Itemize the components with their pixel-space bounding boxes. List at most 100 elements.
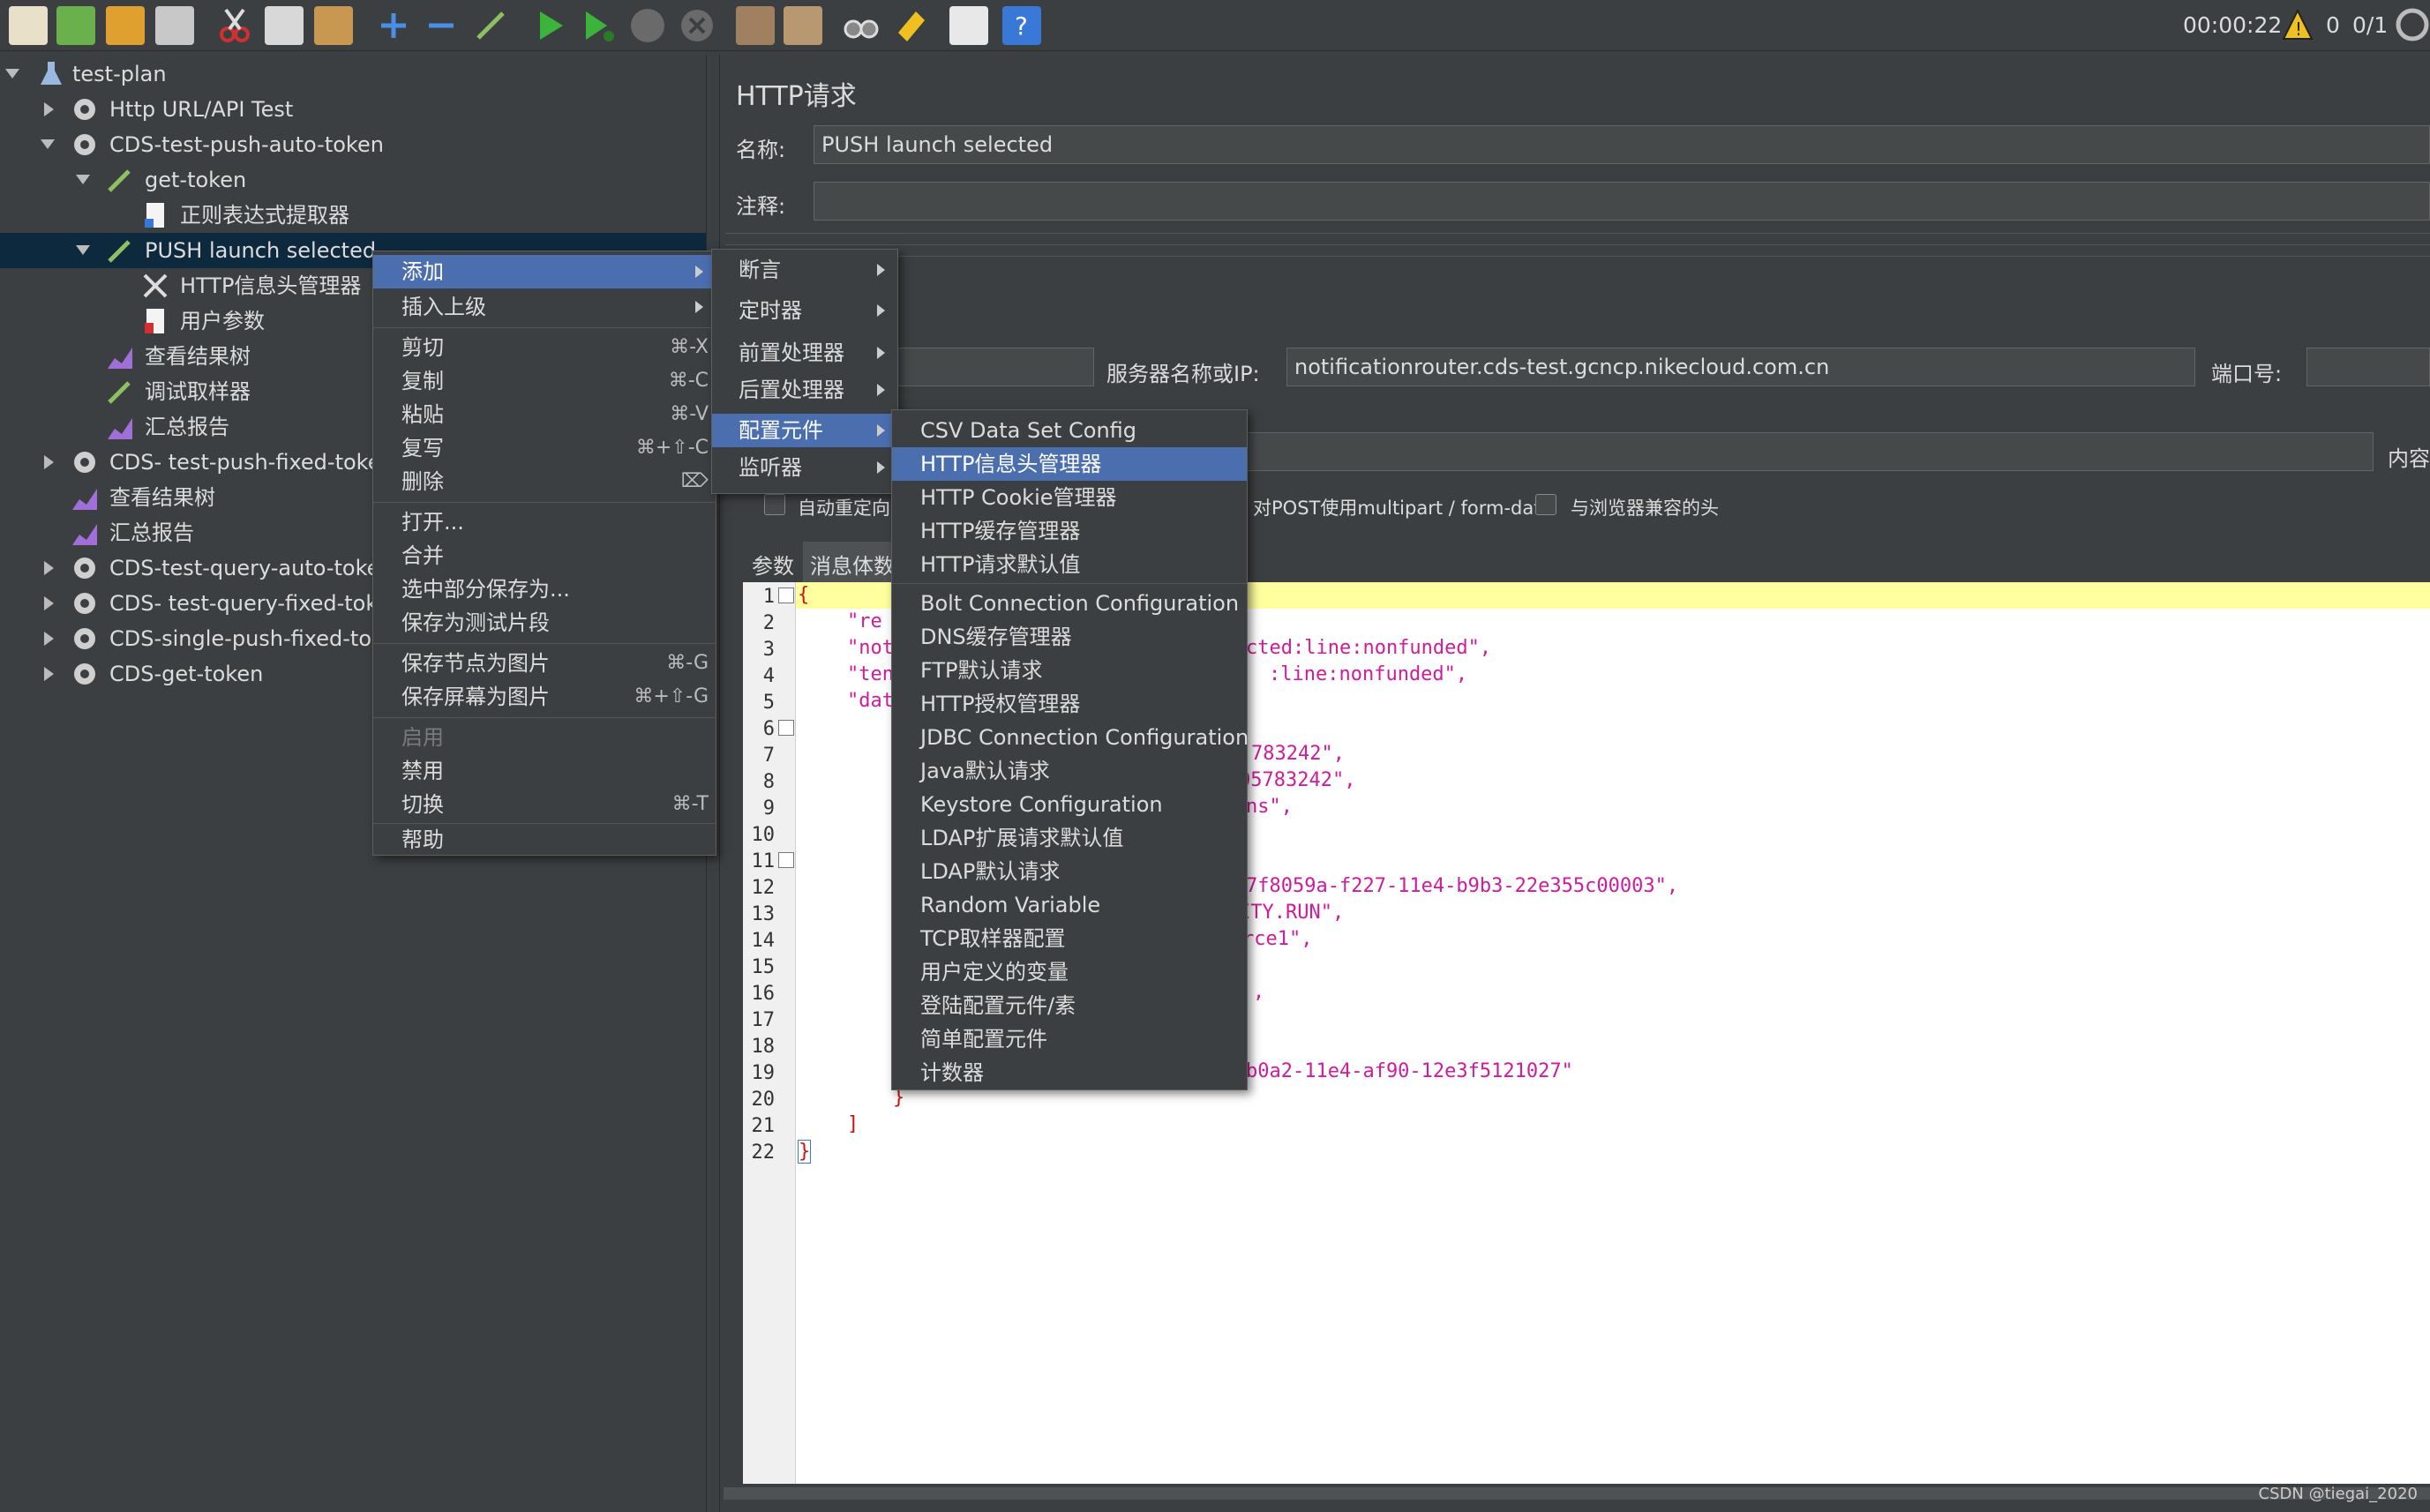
menu-item-duplicate[interactable]: 复写 ⌘+⇧-C [373, 431, 716, 465]
menu-item-remove[interactable]: 删除 ⌦ [373, 465, 716, 498]
start-no-pause-icon[interactable] [579, 6, 618, 45]
start-icon[interactable] [531, 6, 570, 45]
expand-arrow-icon[interactable] [44, 632, 54, 646]
collapse-arrow-icon[interactable] [41, 139, 55, 149]
horizontal-scrollbar[interactable] [724, 1487, 2430, 1500]
menu-item-open[interactable]: 打开... [373, 505, 716, 539]
clear-all-icon[interactable] [784, 6, 822, 45]
menu-item-help[interactable]: 帮助 [373, 823, 716, 857]
menu-item-add[interactable]: 添加 [373, 255, 716, 288]
menu-item-config-element[interactable]: 配置元件 [712, 414, 897, 447]
menu-item-ftp-defaults[interactable]: FTP默认请求 [892, 654, 1247, 687]
menu-item-csv-data-set[interactable]: CSV Data Set Config [892, 414, 1247, 447]
tree-node-extractor[interactable]: 正则表达式提取器 [0, 198, 706, 233]
port-field[interactable] [2306, 348, 2430, 386]
function-helper-icon[interactable] [949, 6, 988, 45]
menu-item-save-selection[interactable]: 选中部分保存为... [373, 573, 716, 606]
paste-icon[interactable] [314, 6, 353, 45]
menu-item-cookie-manager[interactable]: HTTP Cookie管理器 [892, 481, 1247, 514]
expand-arrow-icon[interactable] [44, 596, 54, 610]
gear-icon [71, 448, 99, 476]
help-icon[interactable]: ? [1002, 6, 1041, 45]
menu-item-insert-parent[interactable]: 插入上级 [373, 290, 716, 324]
menu-item-save-fragment[interactable]: 保存为测试片段 [373, 606, 716, 640]
tree-node-test-plan[interactable]: test-plan [0, 56, 706, 92]
menu-item-dns-cache[interactable]: DNS缓存管理器 [892, 620, 1247, 654]
collapse-icon[interactable] [422, 6, 461, 45]
menu-item-jdbc-connection[interactable]: JDBC Connection Configuration [892, 721, 1249, 754]
browser-headers-checkbox[interactable] [1535, 494, 1556, 515]
open-icon[interactable] [106, 6, 145, 45]
clear-icon[interactable] [736, 6, 775, 45]
menu-item-header-manager[interactable]: HTTP信息头管理器 [892, 447, 1247, 481]
menu-item-user-variables[interactable]: 用户定义的变量 [892, 955, 1247, 989]
toggle-icon[interactable] [471, 6, 510, 45]
menu-item-save-screen-image[interactable]: 保存屏幕为图片 ⌘+⇧-G [373, 680, 716, 714]
collapse-arrow-icon[interactable] [76, 245, 90, 255]
menu-item-random-variable[interactable]: Random Variable [892, 888, 1247, 922]
collapse-arrow-icon[interactable] [5, 69, 19, 79]
menu-item-disable[interactable]: 禁用 [373, 754, 716, 788]
fold-icon[interactable] [778, 852, 794, 868]
menu-item-listener[interactable]: 监听器 [712, 451, 897, 484]
shutdown-icon[interactable] [678, 6, 716, 45]
menu-item-assertions[interactable]: 断言 [712, 253, 897, 287]
menu-item-ldap-ext-defaults[interactable]: LDAP扩展请求默认值 [892, 821, 1247, 855]
name-field[interactable]: PUSH launch selected [814, 125, 2430, 164]
menu-item-simple-config[interactable]: 简单配置元件 [892, 1022, 1247, 1056]
reset-search-icon[interactable] [891, 6, 930, 45]
menu-item-cut[interactable]: 剪切 ⌘-X [373, 331, 716, 364]
menu-item-timer[interactable]: 定时器 [712, 294, 897, 327]
tree-node-sampler[interactable]: get-token [0, 162, 706, 198]
tree-node-thread-group[interactable]: Http URL/API Test [0, 92, 706, 127]
menu-item-cache-manager[interactable]: HTTP缓存管理器 [892, 514, 1247, 548]
expand-arrow-icon[interactable] [44, 667, 54, 681]
fold-icon[interactable] [778, 720, 794, 736]
menu-item-paste[interactable]: 粘贴 ⌘-V [373, 398, 716, 431]
collapse-arrow-icon[interactable] [76, 175, 90, 184]
menu-item-java-defaults[interactable]: Java默认请求 [892, 754, 1247, 788]
browser-headers-label: 与浏览器兼容的头 [1571, 498, 1719, 519]
protocol-field[interactable] [882, 348, 1094, 386]
remote-icon[interactable] [2395, 7, 2430, 42]
menu-item-toggle[interactable]: 切换 ⌘-T [373, 788, 716, 821]
tab-body-data[interactable]: 消息体数 [803, 542, 902, 587]
menu-item-post-processors[interactable]: 后置处理器 [712, 373, 897, 407]
redirect-checkbox[interactable] [764, 494, 785, 515]
comment-field[interactable] [814, 182, 2430, 221]
copy-icon[interactable] [265, 6, 304, 45]
menu-item-counter[interactable]: 计数器 [892, 1056, 1247, 1089]
menu-item-keystore[interactable]: Keystore Configuration [892, 788, 1247, 821]
menu-item-bolt-connection[interactable]: Bolt Connection Configuration [892, 587, 1247, 620]
tab-parameters[interactable]: 参数 [752, 549, 794, 580]
menu-item-copy[interactable]: 复制 ⌘-C [373, 364, 716, 398]
menu-item-label: 切换 [401, 792, 444, 817]
fold-icon[interactable] [778, 588, 794, 603]
menu-item-auth-manager[interactable]: HTTP授权管理器 [892, 687, 1247, 721]
expand-arrow-icon[interactable] [44, 561, 54, 575]
menu-item-save-node-image[interactable]: 保存节点为图片 ⌘-G [373, 647, 716, 680]
templates-icon[interactable] [56, 6, 95, 45]
search-icon[interactable] [842, 6, 881, 45]
server-field[interactable]: notificationrouter.cds-test.gcncp.nikecl… [1286, 348, 2195, 386]
menu-item-ldap-defaults[interactable]: LDAP默认请求 [892, 855, 1247, 888]
expand-icon[interactable] [374, 6, 413, 45]
panel-divider[interactable] [725, 233, 2430, 245]
line-number: 20 [751, 1089, 776, 1111]
warning-icon[interactable]: ! [2282, 8, 2314, 41]
menu-item-request-defaults[interactable]: HTTP请求默认值 [892, 548, 1247, 581]
expand-arrow-icon[interactable] [44, 455, 54, 469]
menu-item-pre-processors[interactable]: 前置处理器 [712, 336, 897, 370]
menu-shortcut: ⌘+⇧-C [635, 437, 709, 459]
code-token: "ten [847, 663, 894, 685]
menu-shortcut: ⌘-G [666, 652, 709, 674]
stop-icon[interactable] [628, 6, 667, 45]
save-icon[interactable] [155, 6, 194, 45]
new-icon[interactable] [9, 6, 48, 45]
tree-node-thread-group[interactable]: CDS-test-push-auto-token [0, 127, 706, 162]
menu-item-merge[interactable]: 合并 [373, 539, 716, 573]
menu-item-tcp-config[interactable]: TCP取样器配置 [892, 922, 1247, 955]
menu-item-login-config[interactable]: 登陆配置元件/素 [892, 989, 1247, 1022]
cut-icon[interactable] [215, 6, 254, 45]
expand-arrow-icon[interactable] [44, 102, 54, 116]
